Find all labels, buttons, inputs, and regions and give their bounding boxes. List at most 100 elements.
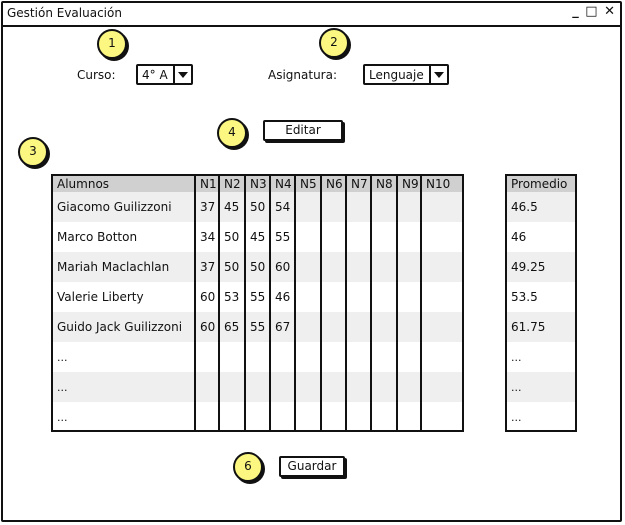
grade-cell[interactable]	[370, 192, 397, 222]
student-name-cell[interactable]: ...	[53, 342, 195, 372]
grade-cell[interactable]	[194, 372, 219, 402]
grade-cell[interactable]	[320, 312, 346, 342]
column-header[interactable]: N1	[194, 176, 219, 192]
table-row[interactable]: Giacomo Guilizzoni 37 45 50 54	[53, 192, 462, 222]
column-header[interactable]: N5	[294, 176, 321, 192]
grade-cell[interactable]: 37	[194, 252, 219, 282]
grade-cell[interactable]: 60	[194, 282, 219, 312]
grade-cell[interactable]	[420, 312, 462, 342]
grade-cell[interactable]	[420, 222, 462, 252]
grade-cell[interactable]	[345, 372, 371, 402]
grade-cell[interactable]	[345, 342, 371, 372]
grade-cell[interactable]: 65	[218, 312, 245, 342]
grade-cell[interactable]	[320, 342, 346, 372]
grade-cell[interactable]	[420, 402, 462, 432]
grade-cell[interactable]	[396, 342, 421, 372]
student-name-cell[interactable]: Giacomo Guilizzoni	[53, 192, 195, 222]
curso-select[interactable]: 4° A	[136, 64, 193, 85]
grade-cell[interactable]: 54	[269, 192, 295, 222]
grade-cell[interactable]: 45	[244, 222, 270, 252]
grade-cell[interactable]	[396, 222, 421, 252]
grade-cell[interactable]: 55	[244, 312, 270, 342]
grade-cell[interactable]: 50	[244, 192, 270, 222]
grade-cell[interactable]	[345, 252, 371, 282]
grade-cell[interactable]: 37	[194, 192, 219, 222]
grade-cell[interactable]	[370, 222, 397, 252]
close-icon[interactable]: ✕	[604, 4, 616, 19]
grade-cell[interactable]: 34	[194, 222, 219, 252]
table-row[interactable]: ...	[53, 372, 462, 402]
grade-cell[interactable]	[244, 372, 270, 402]
grade-cell[interactable]	[294, 282, 321, 312]
grade-cell[interactable]: 67	[269, 312, 295, 342]
grade-cell[interactable]	[345, 282, 371, 312]
student-name-cell[interactable]: ...	[53, 402, 195, 432]
grade-cell[interactable]	[294, 192, 321, 222]
student-name-cell[interactable]: ...	[53, 372, 195, 402]
grade-cell[interactable]	[218, 342, 245, 372]
guardar-button[interactable]: Guardar	[279, 456, 345, 477]
grade-cell[interactable]	[294, 312, 321, 342]
grade-cell[interactable]	[420, 342, 462, 372]
grade-cell[interactable]	[370, 372, 397, 402]
grade-cell[interactable]	[294, 222, 321, 252]
grade-cell[interactable]	[420, 252, 462, 282]
grade-cell[interactable]: 60	[194, 312, 219, 342]
table-row[interactable]: ...	[53, 342, 462, 372]
grade-cell[interactable]: 53	[218, 282, 245, 312]
table-row[interactable]: Mariah Maclachlan 37 50 50 60	[53, 252, 462, 282]
grade-cell[interactable]	[420, 372, 462, 402]
grade-cell[interactable]	[345, 312, 371, 342]
grade-cell[interactable]	[244, 342, 270, 372]
grade-cell[interactable]	[396, 372, 421, 402]
table-row[interactable]: ...	[53, 402, 462, 432]
asignatura-select[interactable]: Lenguaje	[363, 64, 449, 85]
column-header[interactable]: N6	[320, 176, 346, 192]
grade-cell[interactable]	[420, 282, 462, 312]
grade-cell[interactable]	[269, 342, 295, 372]
grade-cell[interactable]	[396, 282, 421, 312]
grade-cell[interactable]: 60	[269, 252, 295, 282]
column-header[interactable]: N8	[370, 176, 397, 192]
student-name-cell[interactable]: Marco Botton	[53, 222, 195, 252]
student-name-cell[interactable]: Valerie Liberty	[53, 282, 195, 312]
grade-cell[interactable]	[396, 402, 421, 432]
grade-cell[interactable]	[420, 192, 462, 222]
grade-cell[interactable]	[320, 282, 346, 312]
grade-cell[interactable]: 50	[218, 222, 245, 252]
grade-cell[interactable]	[294, 372, 321, 402]
table-row[interactable]: Guido Jack Guilizzoni 60 65 55 67	[53, 312, 462, 342]
column-header[interactable]: N4	[269, 176, 295, 192]
editar-button[interactable]: Editar	[263, 120, 343, 141]
grade-cell[interactable]	[345, 192, 371, 222]
grade-cell[interactable]	[370, 252, 397, 282]
chevron-down-icon[interactable]	[173, 66, 191, 83]
column-header[interactable]: N2	[218, 176, 245, 192]
column-header[interactable]: Alumnos	[53, 176, 195, 192]
grade-cell[interactable]	[370, 402, 397, 432]
grade-cell[interactable]	[320, 252, 346, 282]
grade-cell[interactable]	[244, 402, 270, 432]
grade-cell[interactable]	[218, 402, 245, 432]
grade-cell[interactable]	[294, 402, 321, 432]
grade-cell[interactable]	[320, 372, 346, 402]
grade-cell[interactable]	[320, 192, 346, 222]
table-row[interactable]: Valerie Liberty 60 53 55 46	[53, 282, 462, 312]
grade-cell[interactable]	[269, 372, 295, 402]
chevron-down-icon[interactable]	[429, 66, 447, 83]
column-header[interactable]: N7	[345, 176, 371, 192]
maximize-icon[interactable]: □	[585, 4, 598, 19]
column-header[interactable]: N9	[396, 176, 421, 192]
grade-cell[interactable]	[396, 312, 421, 342]
grade-cell[interactable]	[320, 222, 346, 252]
grade-cell[interactable]	[294, 342, 321, 372]
column-header[interactable]: N3	[244, 176, 270, 192]
grade-cell[interactable]: 55	[269, 222, 295, 252]
grade-cell[interactable]: 50	[218, 252, 245, 282]
grade-cell[interactable]	[194, 342, 219, 372]
grade-cell[interactable]	[218, 372, 245, 402]
grade-cell[interactable]	[345, 402, 371, 432]
grade-cell[interactable]	[370, 312, 397, 342]
grade-cell[interactable]	[396, 192, 421, 222]
grade-cell[interactable]	[370, 282, 397, 312]
